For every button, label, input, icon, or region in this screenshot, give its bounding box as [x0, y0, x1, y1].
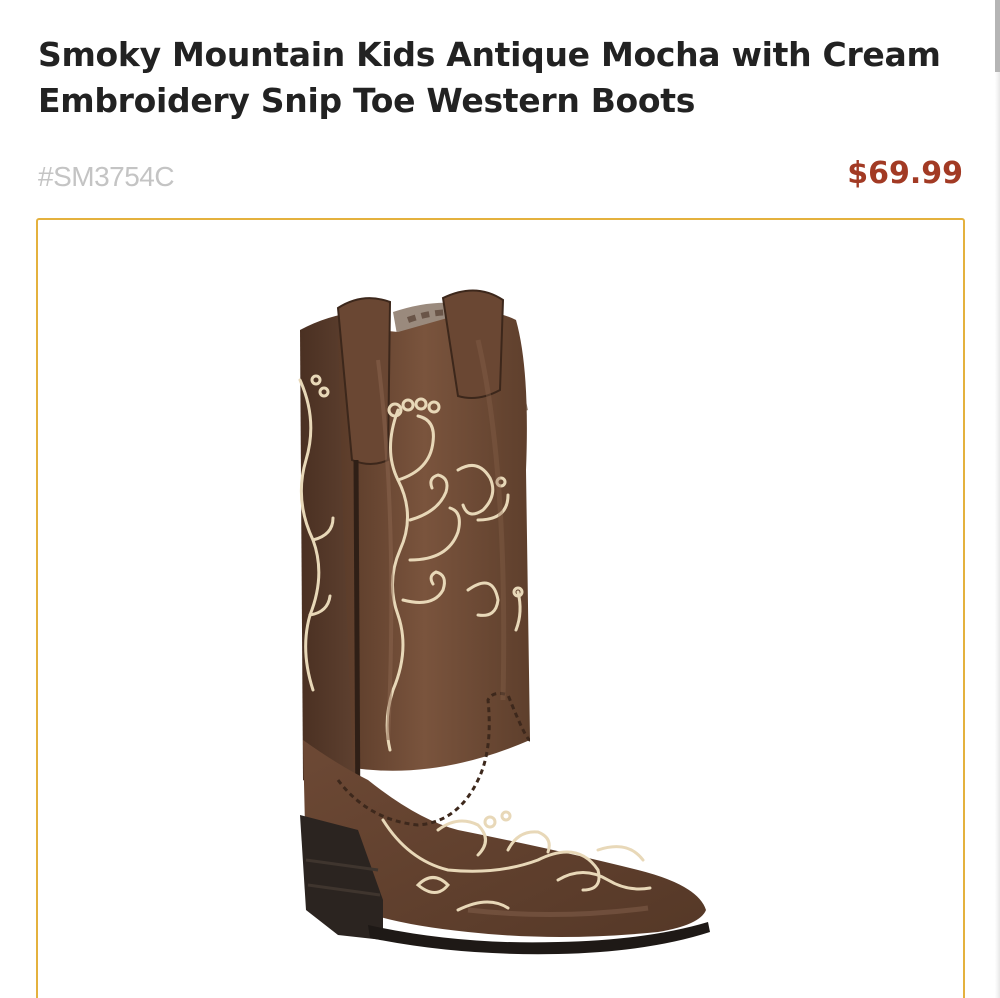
product-title: Smoky Mountain Kids Antique Mocha with C…	[38, 35, 941, 120]
boot-image	[298, 289, 710, 955]
scrollbar-thumb[interactable]	[995, 0, 1000, 72]
scrollbar-track[interactable]	[995, 0, 1000, 998]
product-sku: #SM3754C	[38, 161, 175, 192]
product-image-frame[interactable]	[36, 218, 965, 998]
product-price: $69.99	[847, 156, 963, 191]
